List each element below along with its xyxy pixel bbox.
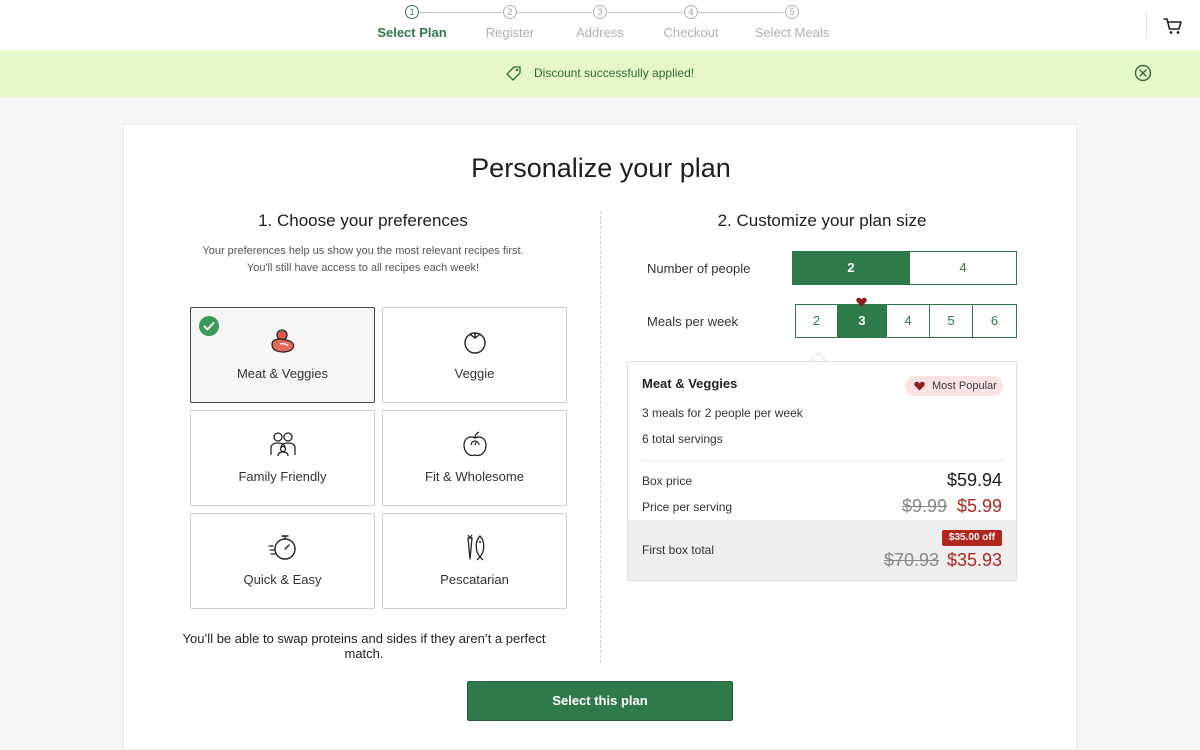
step-connector xyxy=(418,12,502,13)
preference-label: Family Friendly xyxy=(238,469,327,484)
meals-label: Meals per week xyxy=(647,314,739,329)
box-price-value: $59.94 xyxy=(946,470,1002,490)
preference-tile-veggie[interactable]: Veggie xyxy=(382,307,567,403)
discount-badge: $35.00 off xyxy=(942,530,1002,546)
checkout-steps: 1 Select Plan 2 Register 3 Address 4 Che… xyxy=(360,0,840,50)
checkmark-icon xyxy=(199,316,219,336)
preference-tile-pescatarian[interactable]: Pescatarian xyxy=(382,513,567,609)
discount-message: Discount successfully applied! xyxy=(534,66,695,80)
per-serving-discounted: $5.99 xyxy=(956,496,1002,516)
first-box-label: First box total xyxy=(642,543,715,557)
select-plan-button[interactable]: Select this plan xyxy=(467,681,733,721)
step-number: 4 xyxy=(684,5,698,19)
step-label: Address xyxy=(576,25,624,40)
first-box-discounted: $35.93 xyxy=(946,550,1002,570)
step-connector xyxy=(517,12,592,13)
step-checkout[interactable]: 4 Checkout xyxy=(641,5,741,40)
close-circle-icon[interactable] xyxy=(1134,64,1152,82)
discount-banner: Discount successfully applied! xyxy=(0,50,1200,97)
most-popular-badge: Most Popular xyxy=(905,376,1003,396)
summary-plan-name: Meat & Veggies xyxy=(642,376,738,391)
step-label: Checkout xyxy=(663,25,719,40)
checkout-stepper-bar: 1 Select Plan 2 Register 3 Address 4 Che… xyxy=(0,0,1200,50)
preference-tile-meat-veggies[interactable]: Meat & Veggies xyxy=(190,307,375,403)
step-label: Select Plan xyxy=(377,25,447,40)
step-number: 1 xyxy=(405,5,419,19)
fish-carrot-icon xyxy=(467,534,485,561)
box-price-label: Box price xyxy=(642,474,693,488)
heart-icon xyxy=(914,381,925,391)
step-connector xyxy=(699,12,783,13)
swap-note: You’ll be able to swap proteins and side… xyxy=(182,631,546,661)
plan-summary: Meat & Veggies Most Popular 3 meals for … xyxy=(627,361,1017,581)
column-divider xyxy=(600,211,601,663)
popular-heart-icon xyxy=(856,297,867,307)
preference-label: Veggie xyxy=(454,366,495,381)
step-number: 3 xyxy=(593,5,607,19)
preference-label: Fit & Wholesome xyxy=(425,469,524,484)
preference-tile-fit-wholesome[interactable]: Fit & Wholesome xyxy=(382,410,567,506)
meals-option-5[interactable]: 5 xyxy=(929,304,973,338)
first-box-original: $70.93 xyxy=(884,550,940,570)
summary-divider xyxy=(642,460,1004,461)
preference-label: Pescatarian xyxy=(440,572,509,587)
family-icon xyxy=(270,432,296,457)
preferences-description: Your preferences help us show you the mo… xyxy=(202,245,524,274)
preference-tile-quick-easy[interactable]: Quick & Easy xyxy=(190,513,375,609)
meals-option-3[interactable]: 3 xyxy=(837,304,887,338)
steak-tomato-icon xyxy=(271,329,295,353)
apple-scale-icon xyxy=(463,431,487,457)
meals-option-2[interactable]: 2 xyxy=(795,304,838,338)
badge-text: Most Popular xyxy=(932,380,997,392)
summary-servings-line: 6 total servings xyxy=(642,432,723,446)
step-number: 5 xyxy=(785,5,799,19)
plan-card: Personalize your plan 1. Choose your pre… xyxy=(123,124,1077,750)
step-address[interactable]: 3 Address xyxy=(550,5,650,40)
stopwatch-icon xyxy=(268,535,296,560)
people-label: Number of people xyxy=(647,261,751,276)
step-connector xyxy=(608,12,683,13)
step-label: Register xyxy=(485,25,535,40)
per-serving-label: Price per serving xyxy=(642,500,733,514)
tag-icon xyxy=(506,66,521,81)
meals-option-4[interactable]: 4 xyxy=(886,304,930,338)
people-option-4[interactable]: 4 xyxy=(909,251,1017,285)
cart-icon[interactable] xyxy=(1163,16,1183,36)
page-title: Personalize your plan xyxy=(471,153,731,183)
plan-size-heading: 2. Customize your plan size xyxy=(717,211,927,230)
step-label: Select Meals xyxy=(754,25,830,40)
preferences-heading: 1. Choose your preferences xyxy=(258,211,468,230)
step-register[interactable]: 2 Register xyxy=(460,5,560,40)
step-select-meals[interactable]: 5 Select Meals xyxy=(742,5,842,40)
people-option-2[interactable]: 2 xyxy=(792,251,910,285)
tomato-icon xyxy=(464,332,486,354)
preference-label: Quick & Easy xyxy=(243,572,322,587)
preference-label: Meat & Veggies xyxy=(236,366,329,381)
preference-tile-family-friendly[interactable]: Family Friendly xyxy=(190,410,375,506)
summary-meals-line: 3 meals for 2 people per week xyxy=(642,406,803,420)
step-select-plan[interactable]: 1 Select Plan xyxy=(362,5,462,40)
per-serving-original: $9.99 xyxy=(902,496,948,516)
header-divider xyxy=(1146,12,1147,38)
step-number: 2 xyxy=(503,5,517,19)
meals-option-6[interactable]: 6 xyxy=(972,304,1017,338)
